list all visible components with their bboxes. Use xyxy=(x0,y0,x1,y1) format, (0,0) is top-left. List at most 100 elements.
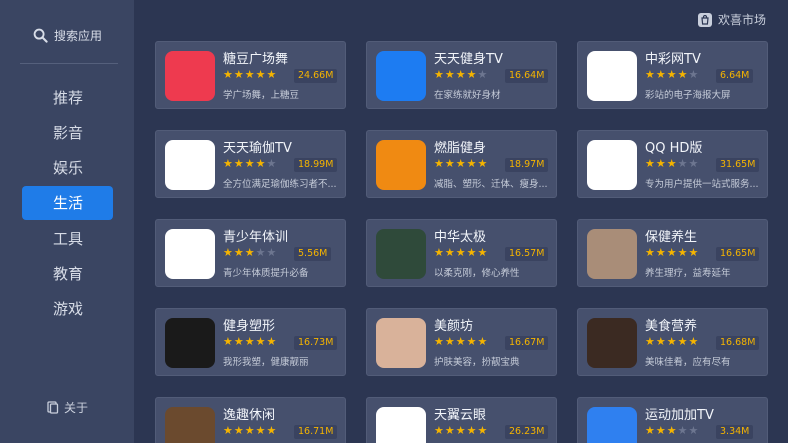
youth-training-icon xyxy=(165,229,215,279)
star-icon: ★ xyxy=(645,335,656,348)
app-description: 我形我塑，健康靓丽 xyxy=(223,357,309,368)
app-card[interactable]: QQ HD版 ★★★★★ 31.65M 专为用户提供一站式服务... xyxy=(577,130,768,198)
app-card[interactable]: 中华太极 ★★★★★ 16.57M 以柔克刚，修心养性 xyxy=(366,219,557,287)
app-card[interactable]: 天天瑜伽TV ★★★★★ 18.99M 全方位满足瑜伽练习者不... xyxy=(155,130,346,198)
star-icon: ★ xyxy=(666,424,678,437)
food-icon xyxy=(587,318,637,368)
app-card[interactable]: 中彩网TV ★★★★★ 6.64M 彩站的电子海报大屏 xyxy=(577,41,768,109)
star-icon: ★ xyxy=(455,246,467,259)
star-icon: ★ xyxy=(255,335,267,348)
nav-item-life[interactable]: 生活 xyxy=(22,185,113,220)
star-icon: ★ xyxy=(444,157,456,170)
app-description: 以柔克刚，修心养性 xyxy=(434,268,520,279)
app-card[interactable]: 美食营养 ★★★★★ 16.68M 美味佳肴，应有尽有 xyxy=(577,308,768,376)
star-icon: ★ xyxy=(645,157,656,170)
rating-stars: ★★★★★ xyxy=(223,157,277,170)
leisure-icon xyxy=(165,407,215,443)
star-icon: ★ xyxy=(455,157,467,170)
search-button[interactable]: 搜索应用 xyxy=(33,26,102,44)
star-icon: ★ xyxy=(444,424,456,437)
star-icon: ★ xyxy=(677,246,689,259)
star-icon: ★ xyxy=(688,335,700,348)
nav-item-games[interactable]: 游戏 xyxy=(22,292,113,326)
app-description: 美味佳肴，应有尽有 xyxy=(645,357,731,368)
star-icon: ★ xyxy=(434,68,445,81)
star-icon: ★ xyxy=(677,335,689,348)
app-card[interactable]: 逸趣休闲 ★★★★★ 16.71M xyxy=(155,397,346,443)
app-size: 16.57M xyxy=(505,247,549,261)
app-name: 天翼云眼 xyxy=(434,408,487,423)
star-icon: ★ xyxy=(444,68,456,81)
rating-stars: ★★★★★ xyxy=(434,246,488,259)
app-size: 24.66M xyxy=(294,69,338,83)
app-name: 天天瑜伽TV xyxy=(223,141,292,156)
yoga-icon xyxy=(165,140,215,190)
app-card[interactable]: 燃脂健身 ★★★★★ 18.97M 减脂、塑形、迁体、瘦身... xyxy=(366,130,557,198)
star-icon: ★ xyxy=(244,335,256,348)
star-icon: ★ xyxy=(244,246,256,259)
rating-stars: ★★★★★ xyxy=(223,424,277,437)
nav-menu: 推荐 影音 娱乐 生活 工具 教育 游戏 xyxy=(22,80,113,327)
app-card[interactable]: 青少年体训 ★★★★★ 5.56M 青少年体质提升必备 xyxy=(155,219,346,287)
star-icon: ★ xyxy=(466,246,478,259)
app-card[interactable]: 天天健身TV ★★★★★ 16.64M 在家练就好身材 xyxy=(366,41,557,109)
app-description: 专为用户提供一站式服务... xyxy=(645,179,759,190)
app-description: 学广场舞，上糖豆 xyxy=(223,90,300,101)
rating-stars: ★★★★★ xyxy=(645,157,699,170)
star-icon: ★ xyxy=(477,424,489,437)
cloud-eye-icon xyxy=(376,407,426,443)
star-icon: ★ xyxy=(688,246,700,259)
star-icon: ★ xyxy=(244,424,256,437)
star-icon: ★ xyxy=(434,246,445,259)
star-icon: ★ xyxy=(455,68,467,81)
nav-item-media[interactable]: 影音 xyxy=(22,115,113,149)
star-icon: ★ xyxy=(233,246,245,259)
sidebar-divider xyxy=(20,63,118,64)
star-icon: ★ xyxy=(233,157,245,170)
app-name: 健身塑形 xyxy=(223,319,276,334)
nav-item-recommend[interactable]: 推荐 xyxy=(22,80,113,114)
app-name: 逸趣休闲 xyxy=(223,408,276,423)
star-icon: ★ xyxy=(645,246,656,259)
app-description: 青少年体质提升必备 xyxy=(223,268,309,279)
star-icon: ★ xyxy=(666,335,678,348)
star-icon: ★ xyxy=(223,68,234,81)
star-icon: ★ xyxy=(466,335,478,348)
star-icon: ★ xyxy=(477,68,489,81)
app-card[interactable]: 健身塑形 ★★★★★ 16.73M 我形我塑，健康靓丽 xyxy=(155,308,346,376)
app-size: 16.71M xyxy=(294,425,338,439)
star-icon: ★ xyxy=(233,68,245,81)
star-icon: ★ xyxy=(266,335,278,348)
app-card[interactable]: 糖豆广场舞 ★★★★★ 24.66M 学广场舞，上糖豆 xyxy=(155,41,346,109)
search-label: 搜索应用 xyxy=(54,28,103,43)
info-page-icon xyxy=(47,401,59,414)
app-card[interactable]: 天翼云眼 ★★★★★ 26.23M xyxy=(366,397,557,443)
nav-item-education[interactable]: 教育 xyxy=(22,256,113,290)
star-icon: ★ xyxy=(688,68,700,81)
app-card[interactable]: 保健养生 ★★★★★ 16.65M 养生理疗，益寿延年 xyxy=(577,219,768,287)
star-icon: ★ xyxy=(655,246,667,259)
about-button[interactable]: 关于 xyxy=(47,399,88,416)
app-name: 美食营养 xyxy=(645,319,698,334)
star-icon: ★ xyxy=(645,424,656,437)
star-icon: ★ xyxy=(223,424,234,437)
lottery-tv-icon xyxy=(587,51,637,101)
fat-burn-icon xyxy=(376,140,426,190)
rating-stars: ★★★★★ xyxy=(434,424,488,437)
market-header[interactable]: 欢喜市场 xyxy=(697,11,766,28)
star-icon: ★ xyxy=(655,157,667,170)
nav-item-entertainment[interactable]: 娱乐 xyxy=(22,151,113,185)
app-size: 31.65M xyxy=(716,158,760,172)
star-icon: ★ xyxy=(255,424,267,437)
star-icon: ★ xyxy=(223,157,234,170)
star-icon: ★ xyxy=(466,68,478,81)
nav-item-tools[interactable]: 工具 xyxy=(22,221,113,255)
app-size: 16.64M xyxy=(505,69,549,83)
app-size: 16.67M xyxy=(505,336,549,350)
star-icon: ★ xyxy=(244,68,256,81)
app-description: 彩站的电子海报大屏 xyxy=(645,90,731,101)
app-card[interactable]: 运动加加TV ★★★★★ 3.34M xyxy=(577,397,768,443)
star-icon: ★ xyxy=(688,424,700,437)
app-card[interactable]: 美颜坊 ★★★★★ 16.67M 护肤美容，扮靓宝典 xyxy=(366,308,557,376)
star-icon: ★ xyxy=(434,157,445,170)
